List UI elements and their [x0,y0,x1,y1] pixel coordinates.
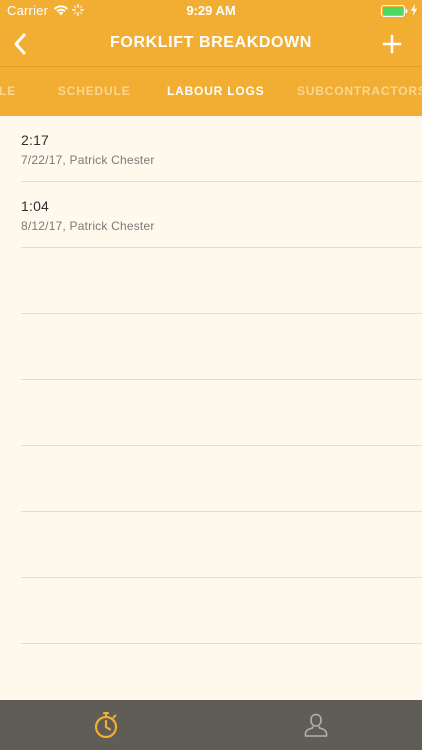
list-item[interactable]: 1:04 8/12/17, Patrick Chester [21,182,422,248]
tab-subcontractors[interactable]: SUBCONTRACTORS [297,84,422,98]
tab-labour-logs[interactable]: LABOUR LOGS [167,84,264,98]
empty-list-row [21,248,422,314]
back-button[interactable] [4,28,36,60]
log-date-worker: 7/22/17, Patrick Chester [21,153,155,167]
add-button[interactable] [376,28,408,60]
empty-list-row [21,380,422,446]
log-duration: 2:17 [21,132,50,148]
chevron-left-icon [14,33,26,55]
charging-bolt-icon [410,4,418,19]
stopwatch-icon [94,712,118,739]
labour-log-list: 2:17 7/22/17, Patrick Chester 1:04 8/12/… [0,116,422,700]
empty-list-row [21,446,422,512]
tab-profile[interactable]: ILE [0,84,16,98]
status-bar: Carrier 9:29 AM [0,0,422,22]
tab-schedule[interactable]: SCHEDULE [58,84,130,98]
page-title: FORKLIFT BREAKDOWN [110,34,312,51]
battery-icon [381,5,408,20]
empty-list-row [21,578,422,644]
plus-icon [382,34,402,54]
section-tabs: ILE SCHEDULE LABOUR LOGS SUBCONTRACTORS [0,67,422,116]
status-time: 9:29 AM [186,3,236,18]
empty-list-row [21,314,422,380]
navigation-bar: FORKLIFT BREAKDOWN [0,22,422,66]
list-item[interactable]: 2:17 7/22/17, Patrick Chester [21,116,422,182]
log-duration: 1:04 [21,198,50,214]
tabbar-timer-button[interactable] [91,710,121,740]
app-header: Carrier 9:29 AM FORKLIFT BREAKDOWN LE SC… [0,0,422,116]
person-icon [304,713,328,737]
empty-list-row [21,512,422,578]
bottom-tab-bar [0,700,422,750]
log-date-worker: 8/12/17, Patrick Chester [21,219,155,233]
tabbar-profile-button[interactable] [301,710,331,740]
